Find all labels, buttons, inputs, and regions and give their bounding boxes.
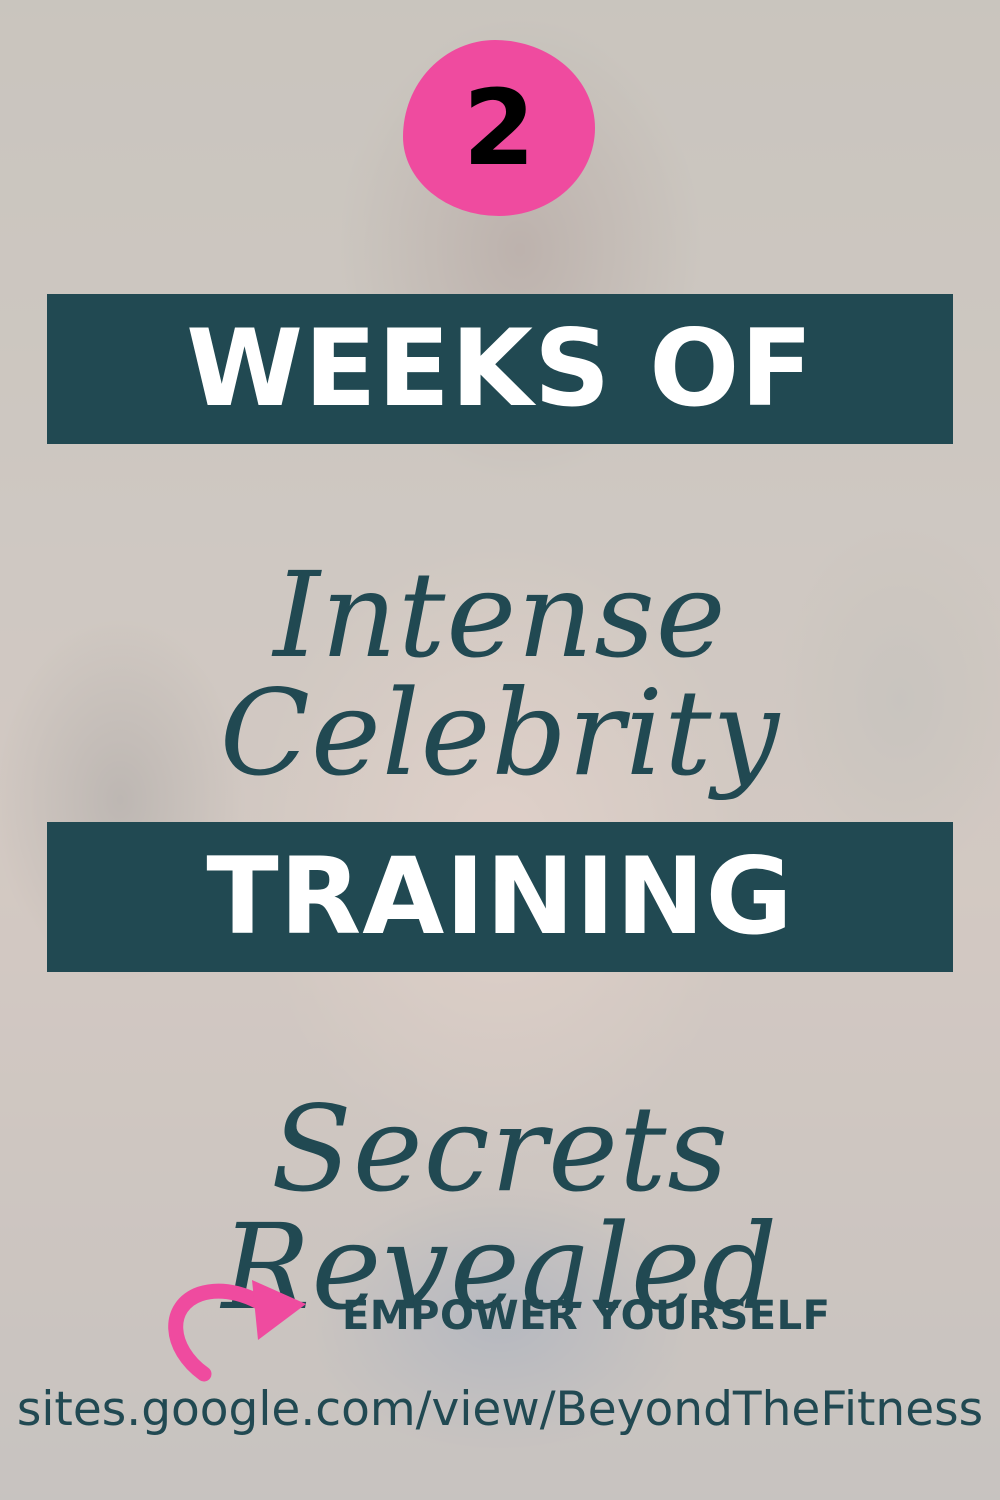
- headline-weeks-text: WEEKS OF: [186, 307, 814, 430]
- website-url[interactable]: sites.google.com/view/BeyondTheFitness: [0, 1386, 1000, 1433]
- script-heading-secrets: Secrets Revealed: [221, 1080, 779, 1336]
- headline-training-text: TRAINING: [206, 835, 794, 958]
- curved-arrow-icon: [168, 1280, 306, 1382]
- number-badge: 2: [403, 40, 595, 216]
- tagline-text: EMPOWER YOURSELF: [342, 1293, 831, 1339]
- badge-number: 2: [462, 67, 536, 189]
- script-heading-intense: Intense Celebrity: [219, 546, 781, 802]
- headline-banner-weeks: WEEKS OF: [47, 294, 953, 444]
- headline-banner-training: TRAINING: [47, 822, 953, 972]
